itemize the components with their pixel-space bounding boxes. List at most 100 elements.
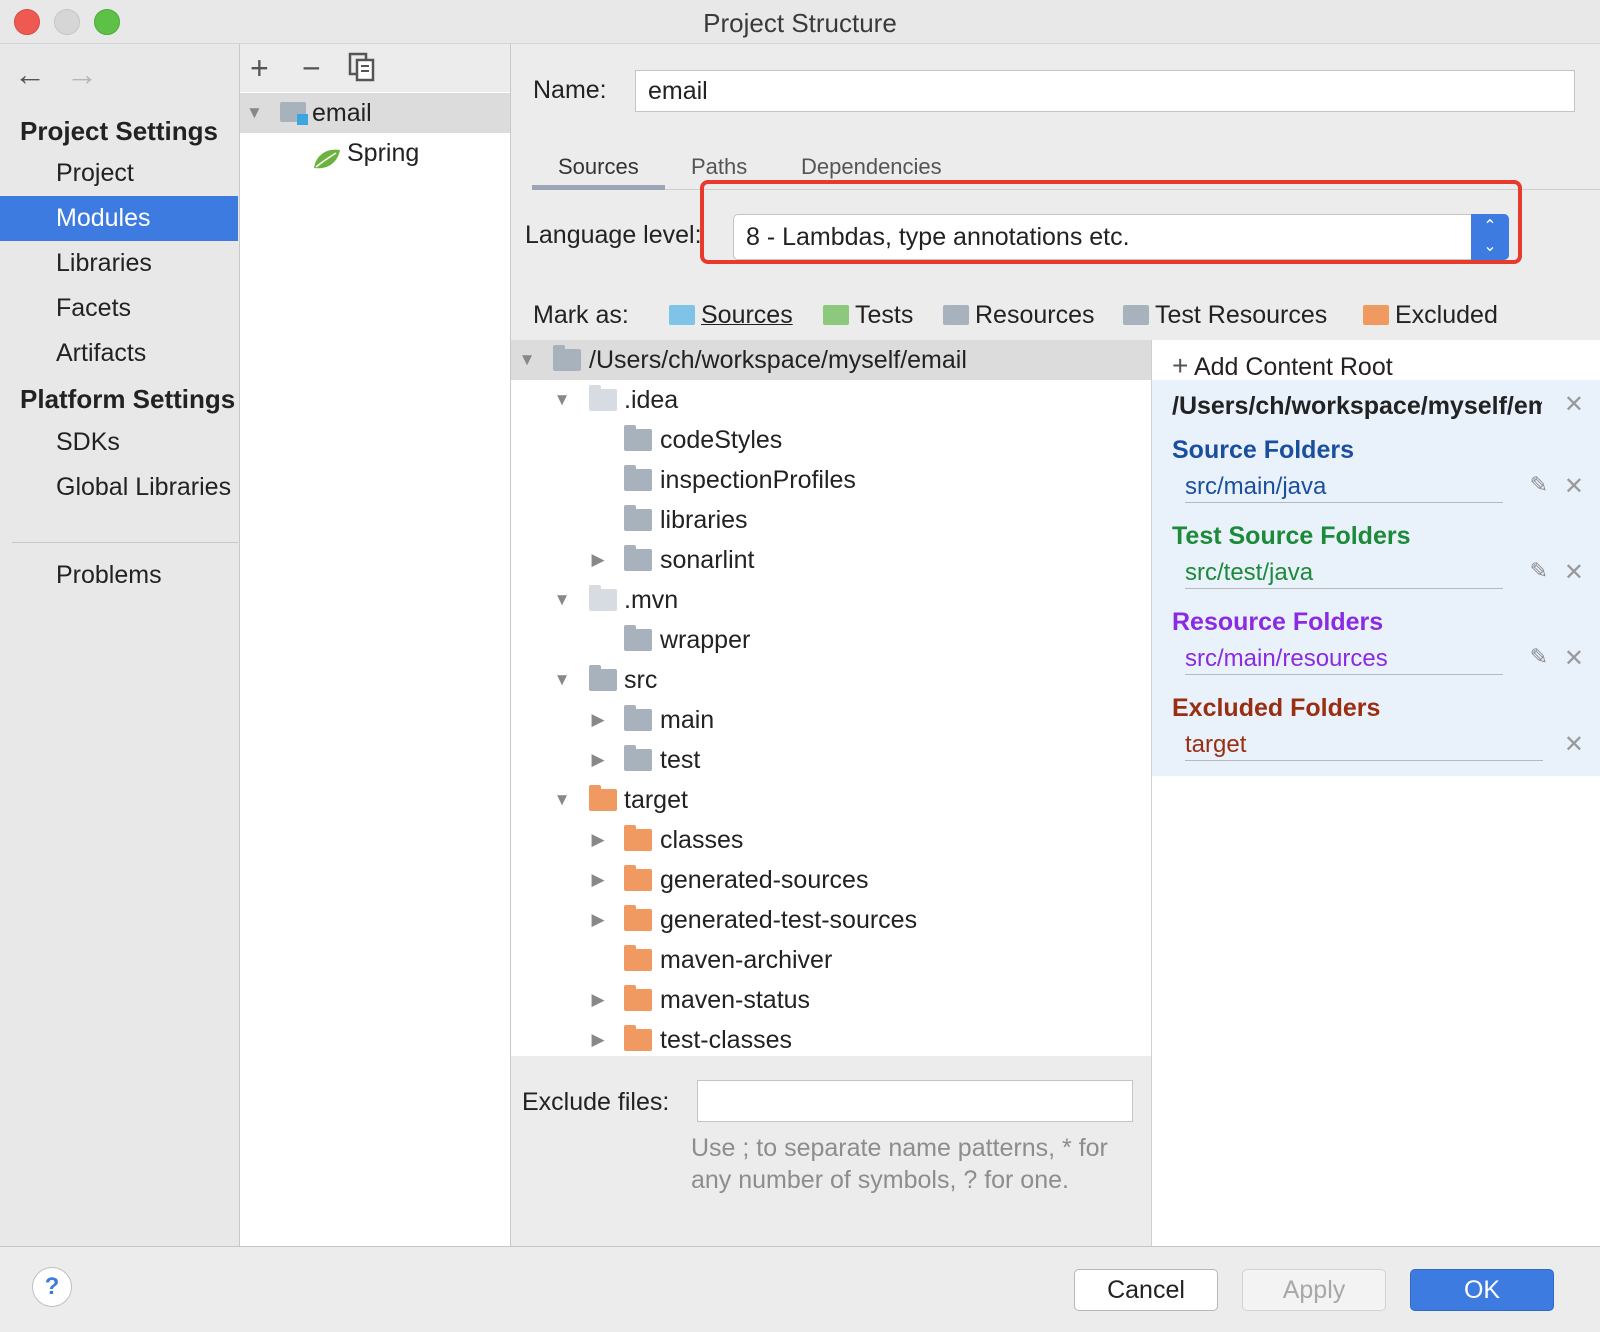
tree-root-row[interactable]: ▼ /Users/ch/workspace/myself/email (511, 340, 1151, 380)
tree-row[interactable]: maven-archiver (511, 940, 1151, 980)
test-source-folder-item[interactable]: src/test/java (1185, 558, 1503, 589)
expand-arrow-icon[interactable]: ▶ (588, 860, 608, 900)
tree-row[interactable]: ▶ sonarlint (511, 540, 1151, 580)
expand-arrow-icon[interactable]: ▶ (588, 1020, 608, 1060)
tests-folder-icon (823, 305, 849, 325)
tree-row[interactable]: ▶ main (511, 700, 1151, 740)
nav-item-artifacts[interactable]: Artifacts (0, 331, 238, 376)
source-folders-header: Source Folders (1172, 436, 1354, 464)
delete-x-icon[interactable]: ✕ (1564, 644, 1584, 673)
cancel-button[interactable]: Cancel (1074, 1269, 1218, 1311)
name-label: Name: (533, 76, 607, 104)
tree-row[interactable]: libraries (511, 500, 1151, 540)
remove-root-icon[interactable]: ✕ (1564, 390, 1584, 419)
nav-item-libraries[interactable]: Libraries (0, 241, 238, 286)
dialog-footer: ? Cancel Apply OK (0, 1246, 1600, 1332)
nav-item-modules[interactable]: Modules (0, 196, 238, 241)
project-settings-header: Project Settings (20, 116, 218, 146)
expand-arrow-icon[interactable]: ▶ (588, 900, 608, 940)
mark-as-resources-button[interactable]: Resources (943, 301, 1095, 330)
expand-arrow-icon[interactable]: ▼ (552, 660, 572, 700)
mark-as-tests-button[interactable]: Tests (823, 301, 913, 330)
help-button[interactable]: ? (32, 1267, 72, 1307)
mark-as-test-resources-button[interactable]: Test Resources (1123, 301, 1327, 330)
folder-icon (624, 705, 652, 731)
tab-paths[interactable]: Paths (691, 154, 747, 180)
expand-arrow-icon[interactable]: ▶ (588, 540, 608, 580)
tree-row[interactable]: ▶ test (511, 740, 1151, 780)
module-detail-panel: Name: email Sources Paths Dependencies L… (511, 44, 1600, 1246)
resource-folder-item[interactable]: src/main/resources (1185, 644, 1503, 675)
tab-sources[interactable]: Sources (558, 154, 639, 180)
edit-pencil-icon[interactable]: ✎ (1530, 644, 1548, 670)
expand-arrow-icon[interactable]: ▼ (246, 93, 263, 133)
delete-x-icon[interactable]: ✕ (1564, 558, 1584, 587)
content-tree[interactable]: ▼ /Users/ch/workspace/myself/email ▼ .id… (511, 340, 1152, 1056)
tree-row[interactable]: ▶ test-classes (511, 1020, 1151, 1060)
name-input[interactable]: email (635, 70, 1575, 112)
module-row-email[interactable]: ▼ email (240, 93, 510, 133)
tree-row-label: codeStyles (660, 426, 783, 454)
excluded-folder-icon (624, 985, 652, 1011)
tree-row[interactable]: ▶ classes (511, 820, 1151, 860)
tree-row-label: main (660, 706, 715, 734)
edit-pencil-icon[interactable]: ✎ (1530, 472, 1548, 498)
plus-icon[interactable]: + (250, 50, 269, 87)
expand-arrow-icon[interactable]: ▶ (588, 700, 608, 740)
module-list-panel: + − ▼ email Spring (240, 44, 511, 1246)
tree-row-label: sonarlint (660, 546, 755, 574)
minus-icon[interactable]: − (302, 50, 321, 87)
tree-row[interactable]: ▶ generated-test-sources (511, 900, 1151, 940)
copy-icon[interactable] (348, 52, 376, 90)
exclude-files-input[interactable] (697, 1080, 1133, 1122)
folder-icon (589, 385, 617, 411)
excluded-folder-item[interactable]: target (1185, 730, 1543, 761)
exclude-files-hint: Use ; to separate name patterns, * for a… (691, 1134, 1108, 1194)
tree-row[interactable]: ▼ .mvn (511, 580, 1151, 620)
nav-item-facets[interactable]: Facets (0, 286, 238, 331)
mark-as-tests-label: Tests (855, 301, 914, 329)
tree-row[interactable]: ▼ target (511, 780, 1151, 820)
tree-row[interactable]: ▼ src (511, 660, 1151, 700)
tree-row[interactable]: inspectionProfiles (511, 460, 1151, 500)
tree-row[interactable]: ▶ generated-sources (511, 860, 1151, 900)
content-root-path: /Users/ch/workspace/myself/email (1172, 392, 1542, 420)
arrow-left-icon[interactable]: ← (14, 56, 46, 93)
nav-item-sdks[interactable]: SDKs (0, 420, 238, 465)
edit-pencil-icon[interactable]: ✎ (1530, 558, 1548, 584)
nav-item-problems[interactable]: Problems (0, 553, 238, 598)
expand-arrow-icon[interactable]: ▼ (552, 380, 572, 420)
mark-as-resources-label: Resources (975, 301, 1095, 329)
expand-arrow-icon[interactable]: ▼ (552, 780, 572, 820)
mark-as-sources-button[interactable]: Sources (669, 301, 793, 330)
apply-button[interactable]: Apply (1242, 1269, 1386, 1311)
nav-item-global-libraries[interactable]: Global Libraries (0, 465, 238, 510)
facet-row-spring[interactable]: Spring (240, 133, 510, 173)
resource-folders-header: Resource Folders (1172, 608, 1384, 636)
mark-as-excluded-label: Excluded (1395, 301, 1498, 329)
add-content-root-button[interactable]: + Add Content Root (1172, 350, 1393, 382)
tree-row[interactable]: ▶ maven-status (511, 980, 1151, 1020)
highlight-annotation-box (700, 180, 1522, 264)
module-name: email (312, 99, 372, 127)
tree-row[interactable]: ▼ .idea (511, 380, 1151, 420)
expand-arrow-icon[interactable]: ▶ (588, 820, 608, 860)
tab-dependencies[interactable]: Dependencies (801, 154, 942, 180)
delete-x-icon[interactable]: ✕ (1564, 472, 1584, 501)
expand-arrow-icon[interactable]: ▼ (552, 580, 572, 620)
expand-arrow-icon[interactable]: ▶ (588, 740, 608, 780)
mark-as-excluded-button[interactable]: Excluded (1363, 301, 1498, 330)
folder-icon (624, 465, 652, 491)
nav-item-project[interactable]: Project (0, 151, 238, 196)
folder-icon (624, 745, 652, 771)
tree-row[interactable]: codeStyles (511, 420, 1151, 460)
expand-arrow-icon[interactable]: ▼ (517, 340, 537, 380)
delete-x-icon[interactable]: ✕ (1564, 730, 1584, 759)
ok-button[interactable]: OK (1410, 1269, 1554, 1311)
plus-icon: + (1172, 350, 1189, 381)
tree-row-label: src (624, 666, 658, 694)
expand-arrow-icon[interactable]: ▶ (588, 980, 608, 1020)
source-folder-item[interactable]: src/main/java (1185, 472, 1503, 503)
tree-row[interactable]: wrapper (511, 620, 1151, 660)
arrow-right-icon[interactable]: → (66, 56, 98, 93)
